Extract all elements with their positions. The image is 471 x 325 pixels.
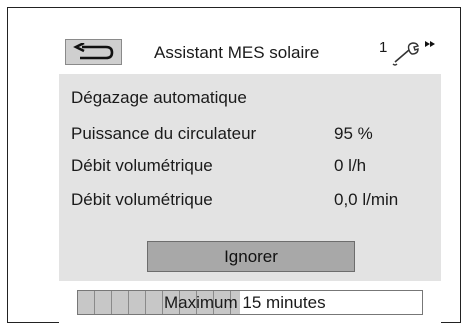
progress-bar: Maximum 15 minutes [77,290,423,315]
row-flow-rate-lmin-value: 0,0 l/min [334,190,399,209]
row-pump-power-label: Puissance du circulateur [71,124,257,143]
progress-label: Maximum 15 minutes [164,293,326,313]
ignore-button[interactable]: Ignorer [147,241,355,272]
row-flow-rate-lmin-label: Débit volumétrique [71,190,213,209]
page-number: 1 [379,39,388,56]
device-frame: Assistant MES solaire 1 Dégazage automat… [7,7,461,325]
display-screen: Assistant MES solaire 1 Dégazage automat… [59,30,441,325]
row-flow-rate-lh-label: Débit volumétrique [71,156,213,175]
back-arrow-icon [72,43,113,60]
header-bar: Assistant MES solaire 1 [59,30,441,74]
progress-duration: 15 minutes [242,293,326,312]
row-auto-degassing-label: Dégazage automatique [71,88,247,107]
wrench-fast-forward-icon [392,41,435,66]
page-title: Assistant MES solaire [154,43,320,62]
back-button[interactable] [65,39,122,65]
row-flow-rate-lh-value: 0 l/h [334,156,367,175]
row-pump-power-value: 95 % [334,124,373,143]
progress-word: Maximum [164,293,238,312]
progress-area: Maximum 15 minutes [59,281,441,325]
